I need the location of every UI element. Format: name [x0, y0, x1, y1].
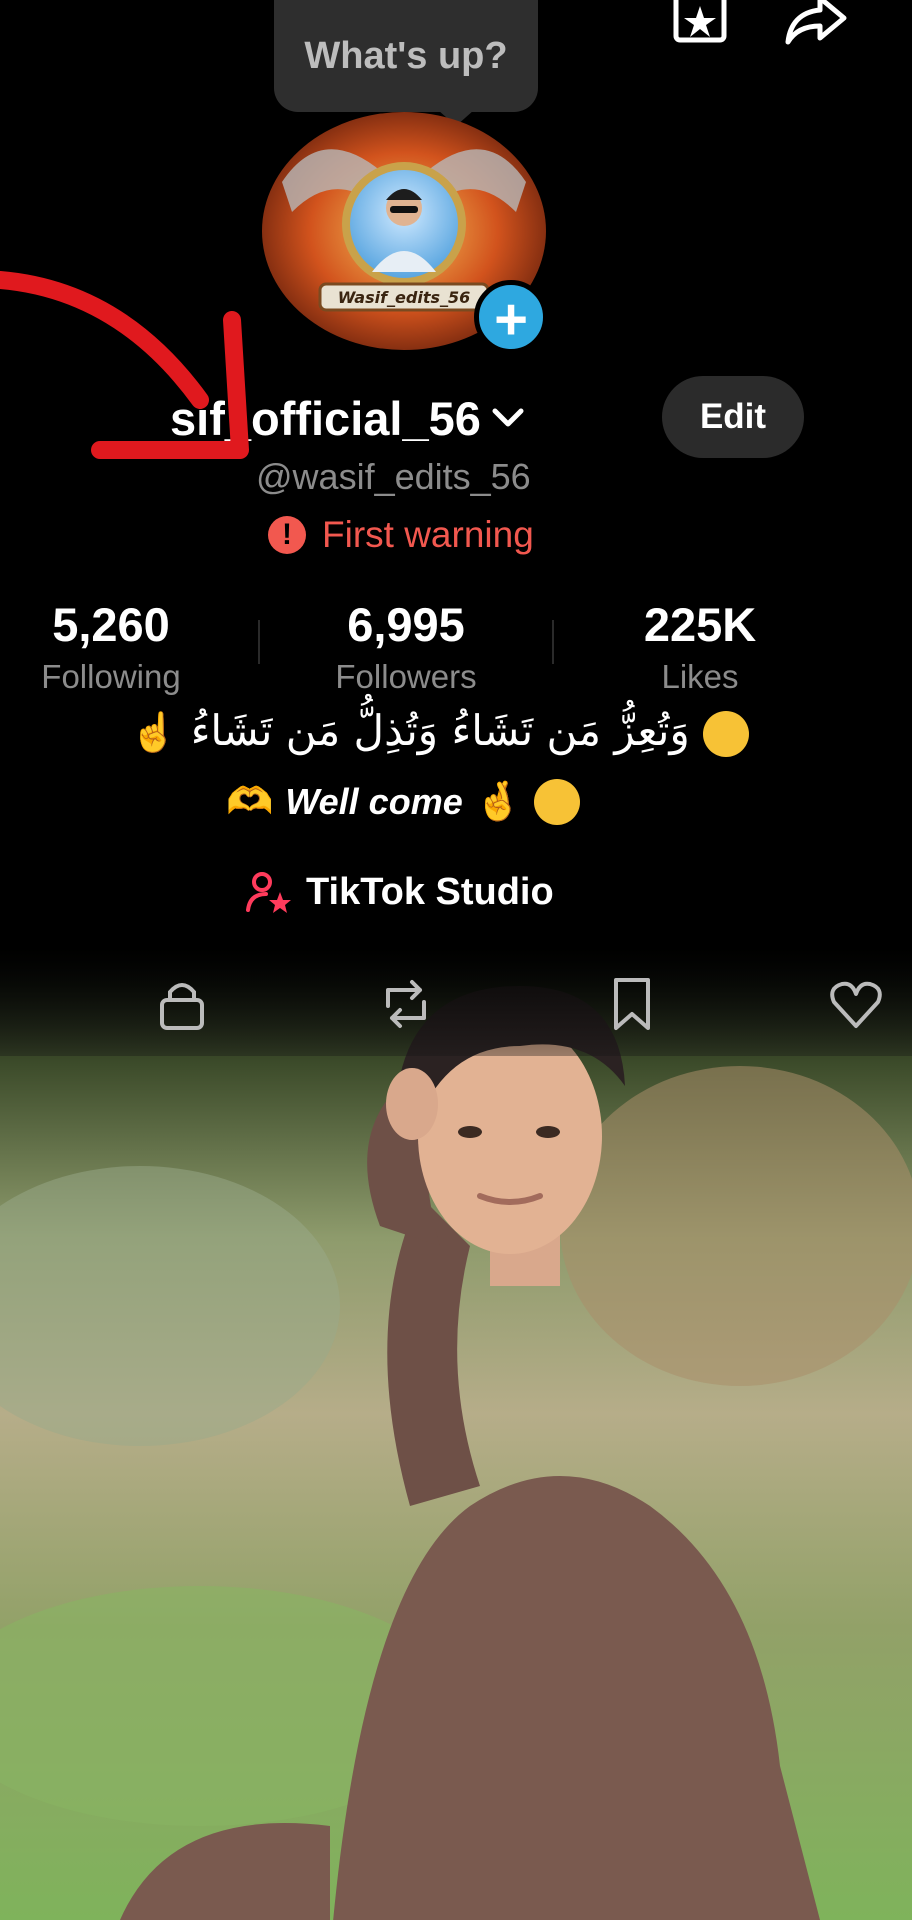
- tabs-bar: [0, 946, 912, 1056]
- warning-status[interactable]: ! First warning: [268, 510, 534, 560]
- studio-label: TikTok Studio: [306, 870, 554, 913]
- star-bookmark-icon[interactable]: [668, 0, 732, 48]
- red-annotation-arrow: [0, 271, 249, 459]
- bookmark-icon[interactable]: [604, 976, 660, 1032]
- chevron-down-icon: [492, 408, 524, 427]
- likes-count: 225K: [643, 598, 757, 651]
- bio-welcome-line: 🫶 Well come 🤞: [226, 774, 581, 830]
- avatar-badge-text: Wasif_edits_56: [338, 288, 471, 307]
- tiktok-studio-link[interactable]: TikTok Studio: [244, 864, 554, 920]
- stat-following[interactable]: 5,260 Following: [0, 596, 236, 696]
- kiss-emoji: [534, 779, 581, 825]
- stat-followers[interactable]: 6,995 Followers: [281, 596, 531, 696]
- pointing-up-emoji: ☝: [130, 710, 178, 754]
- stat-likes[interactable]: 225K Likes: [575, 596, 825, 696]
- following-label: Following: [41, 658, 181, 695]
- add-avatar-button[interactable]: +: [474, 280, 548, 354]
- bio-welcome-text: Well come: [285, 781, 463, 822]
- share-arrow-icon[interactable]: [784, 0, 848, 48]
- person-photo: [0, 986, 912, 1920]
- alert-icon: !: [268, 516, 306, 554]
- followers-count: 6,995: [347, 598, 465, 651]
- hug-emoji: [703, 711, 750, 757]
- likes-label: Likes: [661, 658, 739, 695]
- stat-divider: [258, 620, 260, 664]
- warning-text: First warning: [322, 514, 534, 555]
- user-handle: @wasif_edits_56: [256, 456, 531, 497]
- bio-arabic-line: ☝ وَتُعِزُّ مَن تَشَاءُ وَتُذِلُّ مَن تَ…: [130, 706, 750, 757]
- studio-person-star-icon: [246, 872, 291, 913]
- profile-photo-background: [0, 946, 912, 1920]
- heart-icon[interactable]: [828, 976, 884, 1032]
- crossed-fingers-emoji: 🤞: [474, 781, 523, 823]
- followers-label: Followers: [335, 658, 477, 695]
- profile-screen: What's up? Wasif_edits_56 + sif_official…: [0, 0, 912, 1920]
- lock-icon[interactable]: [154, 976, 210, 1032]
- following-count: 5,260: [52, 598, 170, 651]
- status-tooltip[interactable]: What's up?: [274, 0, 538, 112]
- heart-hands-emoji: 🫶: [226, 781, 274, 823]
- edit-profile-button[interactable]: Edit: [662, 376, 804, 458]
- stat-divider: [552, 620, 554, 664]
- bio-arabic-text: وَتُعِزُّ مَن تَشَاءُ وَتُذِلُّ مَن تَشَ…: [190, 706, 690, 755]
- repost-icon[interactable]: [378, 976, 434, 1032]
